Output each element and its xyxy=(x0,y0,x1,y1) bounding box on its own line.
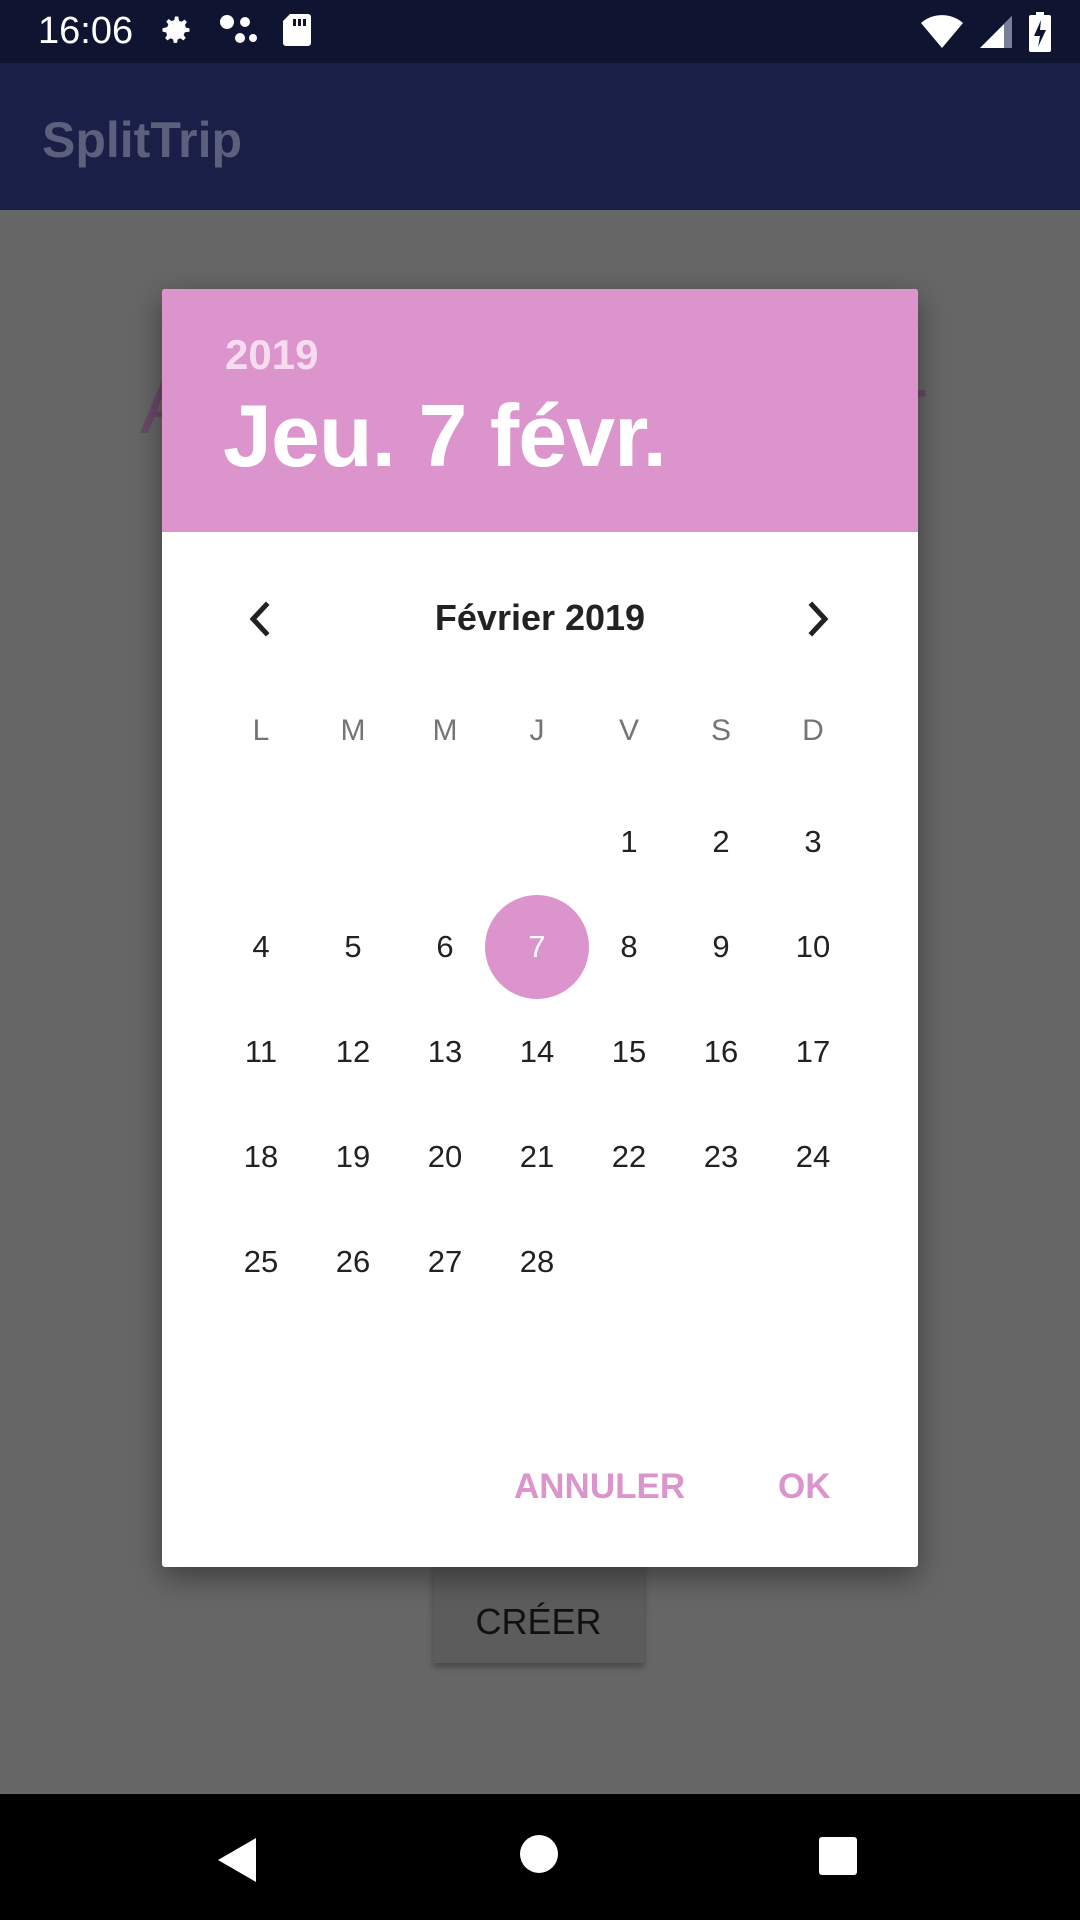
calendar-day[interactable]: 10 xyxy=(761,895,865,999)
calendar-day[interactable]: 2 xyxy=(669,790,773,894)
status-bar: 16:06 xyxy=(0,0,1080,63)
calendar-day[interactable]: 22 xyxy=(577,1105,681,1209)
calendar-day[interactable]: 11 xyxy=(209,1000,313,1104)
calendar-day[interactable]: 26 xyxy=(301,1210,405,1314)
system-navigation-bar xyxy=(0,1794,1080,1920)
assistant-dots-icon xyxy=(218,12,258,53)
calendar-day[interactable]: 17 xyxy=(761,1000,865,1104)
date-picker-dialog: 2019 Jeu. 7 févr. Février 2019 LMMJVSD 1… xyxy=(162,289,918,1567)
home-icon[interactable] xyxy=(519,1834,559,1879)
calendar-day[interactable]: 5 xyxy=(301,895,405,999)
calendar-day[interactable]: 19 xyxy=(301,1105,405,1209)
status-icons-right xyxy=(920,12,1052,57)
calendar-day[interactable]: 4 xyxy=(209,895,313,999)
ok-button[interactable]: OK xyxy=(778,1467,831,1507)
status-icons-left xyxy=(158,12,312,53)
calendar-day[interactable]: 23 xyxy=(669,1105,773,1209)
cancel-button[interactable]: ANNULER xyxy=(514,1467,685,1507)
calendar-day[interactable]: 8 xyxy=(577,895,681,999)
calendar-day[interactable]: 12 xyxy=(301,1000,405,1104)
settings-icon xyxy=(158,12,194,53)
calendar-day[interactable]: 25 xyxy=(209,1210,313,1314)
calendar-day[interactable]: 13 xyxy=(393,1000,497,1104)
calendar-day[interactable]: 6 xyxy=(393,895,497,999)
calendar-day-grid: 1 2 3 4 5 6 7 8 9 10 11 12 13 14 15 16 17 18 19 20 21 22 23 24 2… xyxy=(162,289,918,1567)
calendar-day-selected[interactable]: 7 xyxy=(485,895,589,999)
calendar-day[interactable]: 14 xyxy=(485,1000,589,1104)
wifi-icon xyxy=(920,14,964,55)
back-icon[interactable] xyxy=(216,1836,258,1889)
calendar-day[interactable]: 27 xyxy=(393,1210,497,1314)
calendar-day[interactable]: 3 xyxy=(761,790,865,894)
app-title: SplitTrip xyxy=(42,112,242,168)
app-bar: SplitTrip xyxy=(0,63,1080,210)
calendar-day[interactable]: 16 xyxy=(669,1000,773,1104)
dialog-actions: ANNULER OK xyxy=(162,1459,918,1539)
recents-icon[interactable] xyxy=(818,1836,858,1881)
cellular-icon xyxy=(978,14,1014,55)
battery-charging-icon xyxy=(1028,12,1052,57)
create-button: CRÉER xyxy=(433,1563,644,1663)
status-time: 16:06 xyxy=(38,10,134,52)
calendar-day[interactable]: 18 xyxy=(209,1105,313,1209)
calendar-day[interactable]: 15 xyxy=(577,1000,681,1104)
calendar-day[interactable]: 21 xyxy=(485,1105,589,1209)
calendar-day[interactable]: 1 xyxy=(577,790,681,894)
calendar-day[interactable]: 28 xyxy=(485,1210,589,1314)
sd-card-icon xyxy=(282,12,312,53)
calendar-day[interactable]: 20 xyxy=(393,1105,497,1209)
calendar-day[interactable]: 9 xyxy=(669,895,773,999)
calendar-day[interactable]: 24 xyxy=(761,1105,865,1209)
